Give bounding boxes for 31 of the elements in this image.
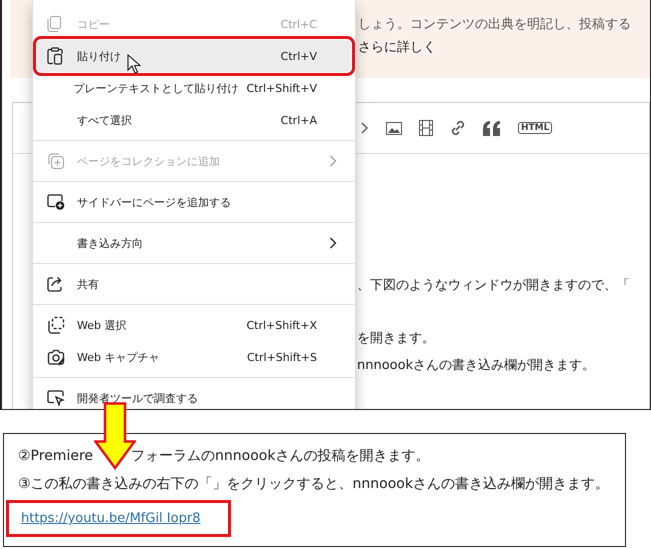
sidebar-add-icon	[47, 194, 65, 210]
banner-text: さらに詳しく	[358, 39, 436, 56]
collection-add-icon	[47, 152, 65, 170]
share-icon	[47, 276, 64, 292]
inspect-icon	[47, 390, 65, 406]
result-text: ③この私の書き込みの右下の「」をクリックすると、nnnoookさんの書き込み欄が開きます。	[18, 476, 609, 492]
body-text: を開きます。	[357, 330, 435, 348]
quote-icon[interactable]	[483, 120, 501, 136]
menu-item[interactable]: 書き込み方向	[37, 227, 351, 259]
camera-icon	[47, 348, 65, 366]
menu-item[interactable]: Web キャプチャ Ctrl+Shift+S	[37, 341, 351, 373]
clipboard-icon	[47, 47, 63, 65]
dashed-select-icon	[47, 316, 65, 334]
menu-item[interactable]: Web 選択 Ctrl+Shift+X	[37, 309, 351, 341]
menu-item[interactable]: プレーンテキストとして貼り付け Ctrl+Shift+V	[37, 72, 351, 104]
mouse-cursor-icon	[127, 54, 141, 74]
banner-text: しょう。コンテンツの出典を明記し、投稿する	[358, 16, 631, 33]
html-button[interactable]: HTML	[518, 122, 552, 134]
chevron-icon[interactable]	[361, 122, 369, 134]
film-icon[interactable]	[419, 120, 433, 136]
result-text: フォーラムのnnnoookさんの投稿を開きます。	[131, 448, 430, 464]
menu-item[interactable]: サイドバーにページを追加する	[37, 186, 351, 218]
image-icon[interactable]	[386, 122, 402, 134]
menu-item[interactable]: すべて選択 Ctrl+A	[37, 104, 351, 136]
menu-item[interactable]: 共有	[37, 268, 351, 300]
body-text: 、下図のようなウィンドウが開きますので、「	[357, 277, 630, 295]
copy-icon	[47, 16, 61, 32]
body-text: nnnoookさんの書き込み欄が開きます。	[357, 357, 596, 375]
menu-item[interactable]: 開発者ツールで調査する	[37, 382, 351, 409]
result-text: ②Premiere	[18, 448, 94, 464]
link-icon[interactable]	[450, 120, 466, 136]
